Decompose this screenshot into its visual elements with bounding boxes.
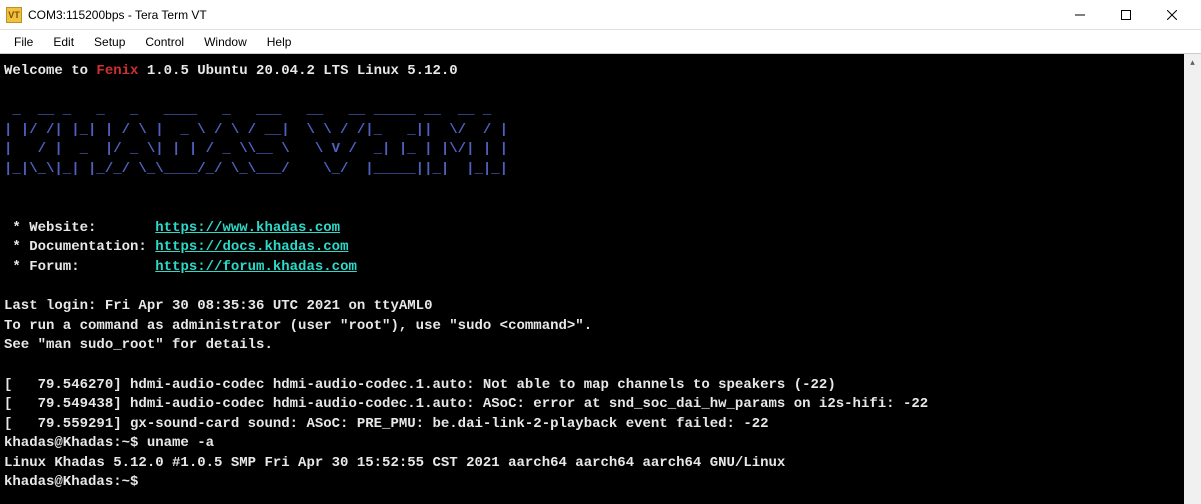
window-controls bbox=[1057, 0, 1195, 30]
ascii-art-line: | |/ /| |_| | / \ | _ \ / \ / __| \ \ / … bbox=[4, 122, 508, 138]
welcome-suffix: 1.0.5 Ubuntu 20.04.2 LTS Linux 5.12.0 bbox=[138, 63, 457, 79]
menu-window[interactable]: Window bbox=[194, 33, 257, 51]
command-output: Linux Khadas 5.12.0 #1.0.5 SMP Fri Apr 3… bbox=[4, 455, 785, 471]
menu-edit[interactable]: Edit bbox=[43, 33, 84, 51]
forum-link[interactable]: https://forum.khadas.com bbox=[155, 259, 357, 275]
prompt-user: khadas@Khadas bbox=[4, 474, 113, 490]
menu-file[interactable]: File bbox=[4, 33, 43, 51]
welcome-brand: Fenix bbox=[96, 63, 138, 79]
website-link[interactable]: https://www.khadas.com bbox=[155, 220, 340, 236]
menu-setup[interactable]: Setup bbox=[84, 33, 135, 51]
terminal[interactable]: Welcome to Fenix 1.0.5 Ubuntu 20.04.2 LT… bbox=[0, 54, 1184, 504]
ascii-art-line: _ __ _ _ _ ____ _ ___ __ __ _____ __ __ … bbox=[4, 102, 500, 118]
prompt-path: :~$ bbox=[113, 474, 147, 490]
scrollbar[interactable]: ▴ bbox=[1184, 54, 1201, 504]
kernel-log-line: [ 79.559291] gx-sound-card sound: ASoC: … bbox=[4, 416, 769, 432]
last-login: Last login: Fri Apr 30 08:35:36 UTC 2021… bbox=[4, 298, 432, 314]
docs-label: * Documentation: bbox=[4, 239, 155, 255]
window-title: COM3:115200bps - Tera Term VT bbox=[28, 8, 1057, 22]
ascii-art-line: | / | _ |/ _ \| | | / _ \\__ \ \ V / _| … bbox=[4, 141, 508, 157]
terminal-container: Welcome to Fenix 1.0.5 Ubuntu 20.04.2 LT… bbox=[0, 54, 1201, 504]
scrollbar-up-icon[interactable]: ▴ bbox=[1184, 54, 1201, 71]
sudo-hint: To run a command as administrator (user … bbox=[4, 318, 592, 334]
website-label: * Website: bbox=[4, 220, 155, 236]
menu-control[interactable]: Control bbox=[135, 33, 194, 51]
menubar: File Edit Setup Control Window Help bbox=[0, 30, 1201, 54]
command: uname -a bbox=[147, 435, 214, 451]
docs-link[interactable]: https://docs.khadas.com bbox=[155, 239, 348, 255]
welcome-prefix: Welcome to bbox=[4, 63, 96, 79]
kernel-log-line: [ 79.549438] hdmi-audio-codec hdmi-audio… bbox=[4, 396, 928, 412]
forum-label: * Forum: bbox=[4, 259, 155, 275]
close-button[interactable] bbox=[1149, 0, 1195, 30]
ascii-art-line: |_|\_\|_| |_/_/ \_\____/_/ \_\___/ \_/ |… bbox=[4, 161, 508, 177]
minimize-button[interactable] bbox=[1057, 0, 1103, 30]
prompt-user: khadas@Khadas bbox=[4, 435, 113, 451]
app-icon: VT bbox=[6, 7, 22, 23]
maximize-button[interactable] bbox=[1103, 0, 1149, 30]
menu-help[interactable]: Help bbox=[257, 33, 302, 51]
sudo-hint: See "man sudo_root" for details. bbox=[4, 337, 273, 353]
prompt-path: :~$ bbox=[113, 435, 147, 451]
kernel-log-line: [ 79.546270] hdmi-audio-codec hdmi-audio… bbox=[4, 377, 836, 393]
titlebar: VT COM3:115200bps - Tera Term VT bbox=[0, 0, 1201, 30]
